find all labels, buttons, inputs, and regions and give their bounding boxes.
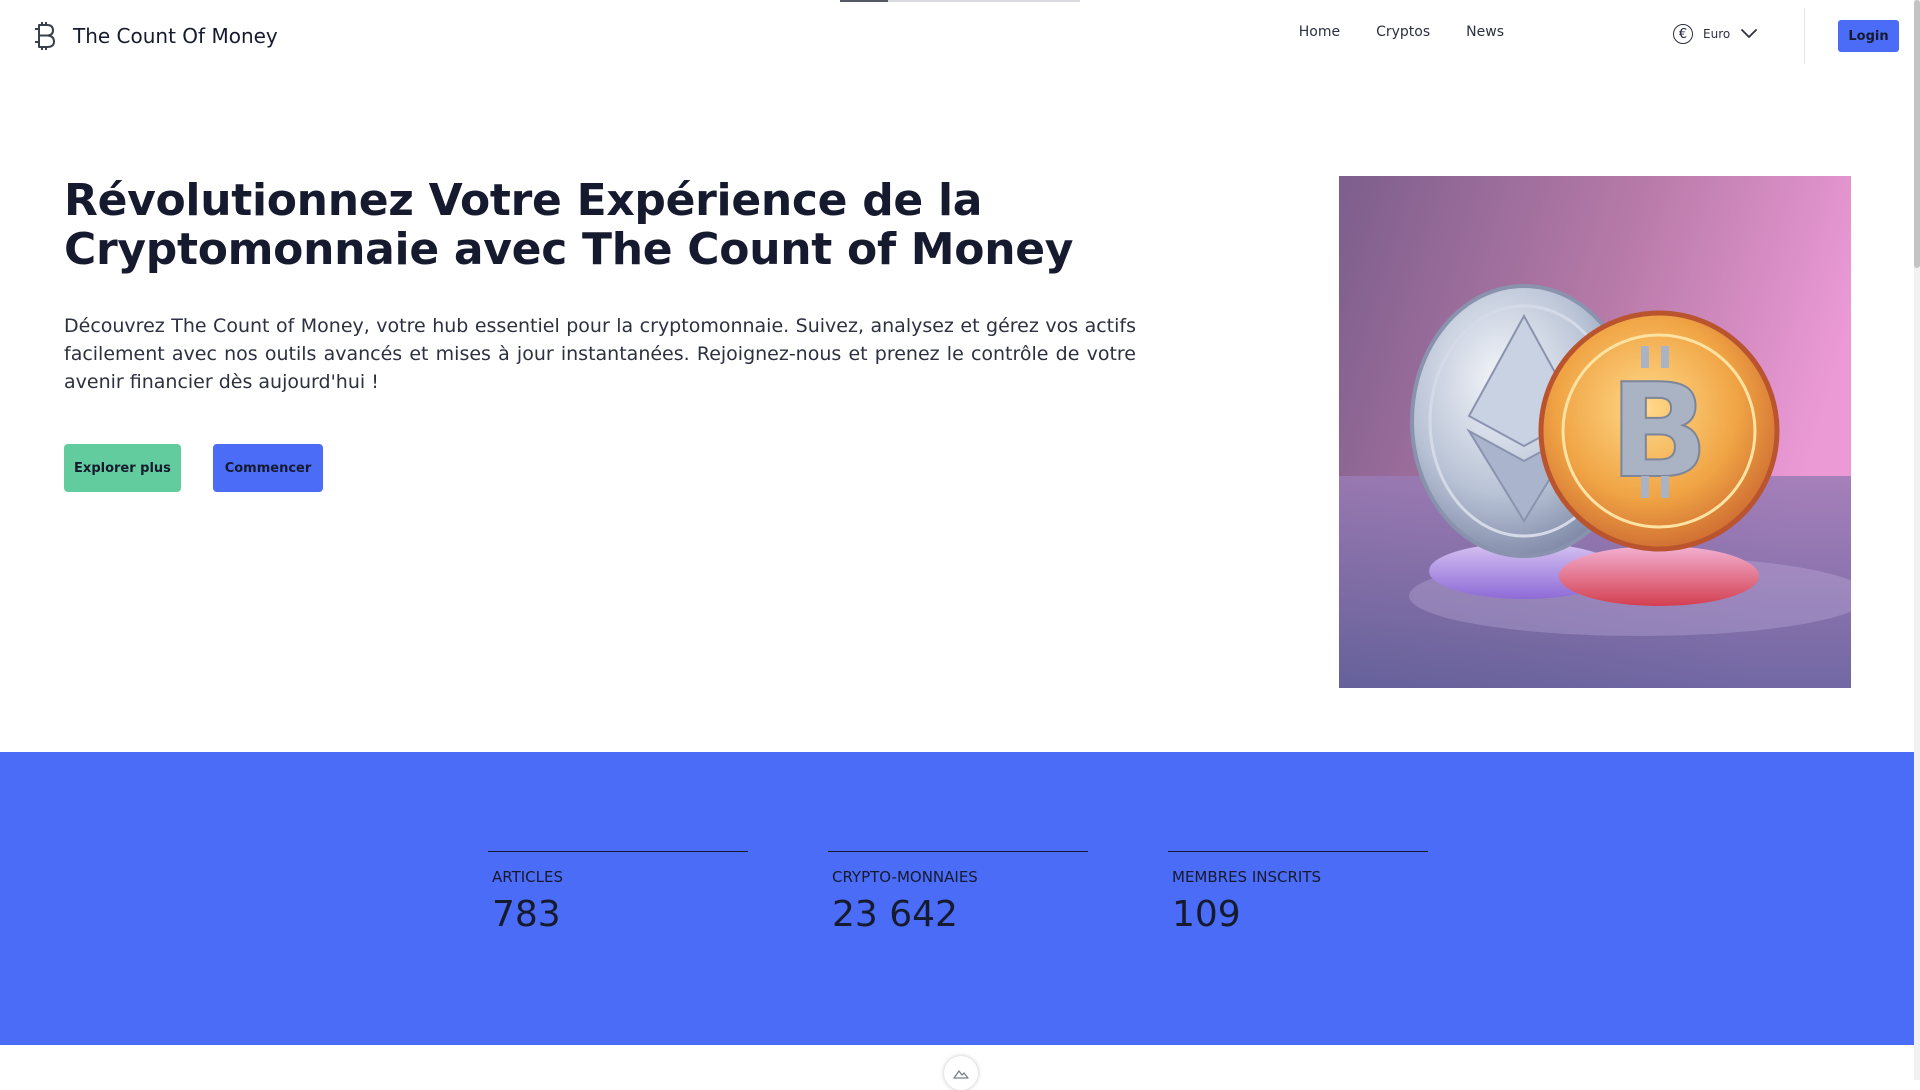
stat-label: MEMBRES INSCRITS — [1172, 868, 1322, 886]
main-nav: Home Cryptos News — [1299, 24, 1540, 40]
euro-icon: € — [1673, 24, 1693, 44]
header-divider — [1804, 8, 1805, 64]
brand[interactable]: The Count Of Money — [31, 20, 278, 52]
page-scrollbar[interactable] — [1914, 0, 1920, 1080]
hero-description: Découvrez The Count of Money, votre hub … — [64, 315, 1136, 393]
site-header: The Count Of Money Home Cryptos News € E… — [0, 0, 1920, 74]
currency-selector[interactable]: € Euro — [1673, 24, 1758, 44]
stat-members: MEMBRES INSCRITS 109 — [1168, 851, 1428, 935]
currency-label: Euro — [1703, 27, 1731, 41]
mountain-icon — [953, 1064, 969, 1083]
stat-articles: ARTICLES 783 — [488, 851, 748, 935]
chevron-down-icon — [1740, 25, 1758, 44]
brand-name: The Count Of Money — [73, 24, 278, 48]
nuxt-devtools-button[interactable] — [944, 1056, 978, 1090]
scrollbar-thumb[interactable] — [1914, 0, 1920, 268]
login-button[interactable]: Login — [1838, 20, 1899, 52]
stat-cryptocurrencies: CRYPTO-MONNAIES 23 642 — [828, 851, 1088, 935]
hero-title: Révolutionnez Votre Expérience de la Cry… — [64, 175, 1074, 275]
bitcoin-b-icon — [31, 20, 59, 52]
stat-value: 109 — [1172, 894, 1241, 935]
get-started-button[interactable]: Commencer — [213, 444, 323, 492]
nav-home[interactable]: Home — [1299, 24, 1340, 40]
nav-cryptos[interactable]: Cryptos — [1376, 24, 1430, 40]
stat-value: 23 642 — [832, 894, 958, 935]
stat-label: CRYPTO-MONNAIES — [832, 868, 978, 886]
stat-label: ARTICLES — [492, 868, 564, 886]
explore-more-button[interactable]: Explorer plus — [64, 444, 181, 492]
hero-crypto-coins-image: B — [1339, 176, 1851, 688]
svg-text:B: B — [1609, 355, 1708, 507]
nav-news[interactable]: News — [1466, 24, 1504, 40]
stat-value: 783 — [492, 894, 561, 935]
stats-band: ARTICLES 783 CRYPTO-MONNAIES 23 642 MEMB… — [0, 752, 1914, 1045]
